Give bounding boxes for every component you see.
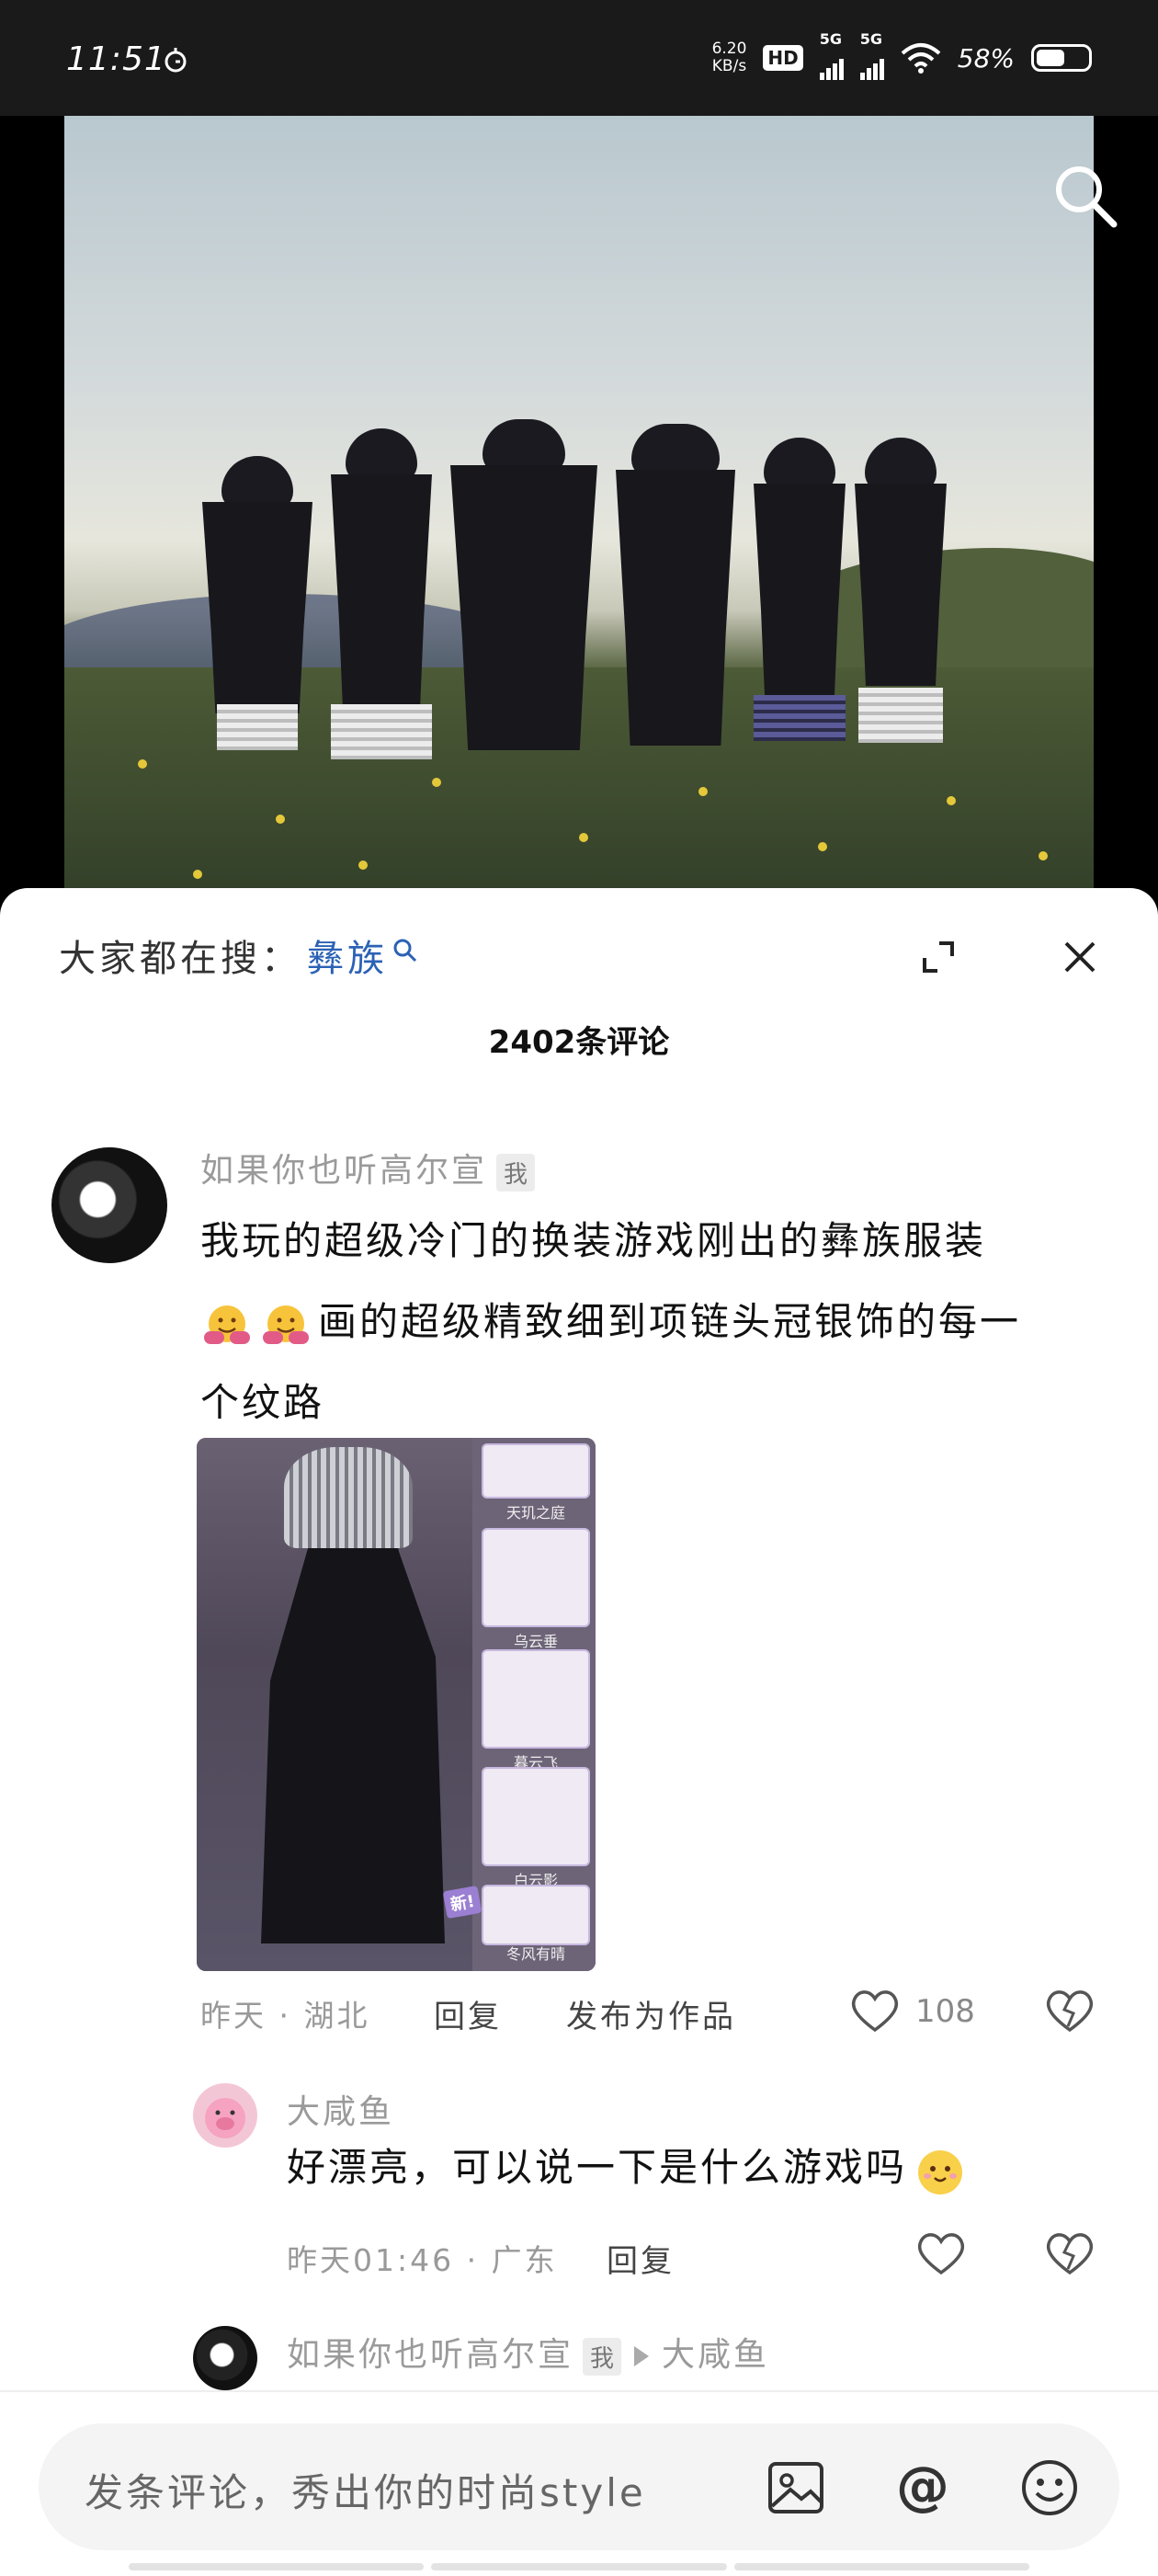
video-frame[interactable] <box>64 116 1094 888</box>
heart-icon[interactable] <box>915 2230 967 2276</box>
reply-button[interactable]: 回复 <box>607 2236 675 2281</box>
battery-icon <box>1031 44 1092 72</box>
signal-5g-icon: 5G <box>819 30 844 80</box>
reply-text: 好漂亮，可以说一下是什么游戏吗 <box>287 2137 975 2198</box>
avatar[interactable] <box>193 2326 257 2390</box>
video-player[interactable] <box>0 116 1158 925</box>
outfit-item: 暮云飞 <box>482 1649 590 1772</box>
comment-input-placeholder[interactable]: 发条评论，秀出你的时尚style <box>85 2462 646 2518</box>
search-icon <box>393 939 417 963</box>
comment-count: 2402条评论 <box>488 1024 670 1061</box>
dislike-broken-heart-icon[interactable] <box>1044 1988 1096 2034</box>
status-time: 11:51 <box>66 40 166 78</box>
hot-search[interactable]: 大家都在搜： 彝族 <box>59 929 419 982</box>
hot-search-label: 大家都在搜： <box>59 938 301 980</box>
figure-person <box>850 438 951 815</box>
me-badge: 我 <box>496 1153 536 1191</box>
figure-person <box>202 456 312 815</box>
figure-person <box>450 419 597 824</box>
hug-emoji-icon <box>263 1305 309 1344</box>
me-badge: 我 <box>583 2337 622 2376</box>
comment-input[interactable]: 发条评论，秀出你的时尚style @ <box>39 2423 1119 2550</box>
reply-time-location: 昨天01:46 · 广东 <box>287 2242 558 2278</box>
figure-person <box>616 424 735 819</box>
comment-time-location: 昨天 · 湖北 <box>200 1998 370 2034</box>
signal-5g-icon-2: 5G <box>859 30 884 80</box>
avatar[interactable] <box>193 2083 257 2148</box>
like-count: 108 <box>915 1993 975 2030</box>
nav-bar <box>129 2563 1029 2570</box>
hug-emoji-icon <box>204 1305 250 1344</box>
battery-percent: 58% <box>957 42 1015 74</box>
outfit-item: 白云影 <box>482 1767 590 1889</box>
svg-text:@: @ <box>896 2456 949 2517</box>
image-icon[interactable] <box>765 2456 827 2519</box>
comment-input-bar: 发条评论，秀出你的时尚style @ <box>0 2390 1158 2576</box>
net-speed: 6.20 KB/s <box>711 40 747 75</box>
hot-search-term[interactable]: 彝族 <box>307 929 388 982</box>
outfit-item: 乌云垂 <box>482 1528 590 1650</box>
figure-person <box>326 428 437 815</box>
hd-badge: HD <box>763 45 803 71</box>
figure-person <box>749 438 850 815</box>
status-icons: 6.20 KB/s HD 5G 5G 58% <box>711 30 1092 80</box>
heart-icon[interactable] <box>849 1988 901 2034</box>
dislike-broken-heart-icon[interactable] <box>1044 2230 1096 2276</box>
pig-icon <box>205 2098 245 2138</box>
comments-sheet: 大家都在搜： 彝族 2402条评论 如果你也听高尔宣我 我玩的超级冷门的换装游戏… <box>0 888 1158 2574</box>
outfit-item: 天玑之庭 <box>482 1443 590 1522</box>
reply-username[interactable]: 大咸鱼 <box>287 2085 394 2133</box>
publish-as-work-button[interactable]: 发布为作品 <box>566 1991 736 2036</box>
expand-icon[interactable] <box>915 934 961 980</box>
wifi-icon <box>901 43 941 74</box>
emoji-face-icon[interactable] <box>1018 2456 1081 2519</box>
reply2-header[interactable]: 如果你也听高尔宣我大咸鱼 <box>287 2328 769 2376</box>
comment-image[interactable]: 天玑之庭 乌云垂 暮云飞 白云影 冬风有晴 新! <box>197 1438 596 1971</box>
avatar[interactable] <box>51 1147 167 1263</box>
reply-arrow-icon <box>634 2346 650 2366</box>
cute-emoji-icon <box>918 2149 963 2194</box>
close-icon[interactable] <box>1057 934 1103 980</box>
mention-at-icon[interactable]: @ <box>891 2456 954 2519</box>
notification-icon <box>165 48 187 73</box>
reply-button[interactable]: 回复 <box>434 1991 502 2036</box>
search-icon[interactable] <box>1050 160 1123 234</box>
status-bar: 11:51 6.20 KB/s HD 5G 5G 58% <box>0 0 1158 116</box>
comment-text: 我玩的超级冷门的换装游戏刚出的彝族服装 画的超级精致细到项链头冠银饰的每一 个纹… <box>200 1218 1022 1425</box>
outfit-item: 冬风有晴 <box>482 1885 590 1963</box>
comment-username[interactable]: 如果你也听高尔宣我 <box>200 1144 536 1191</box>
